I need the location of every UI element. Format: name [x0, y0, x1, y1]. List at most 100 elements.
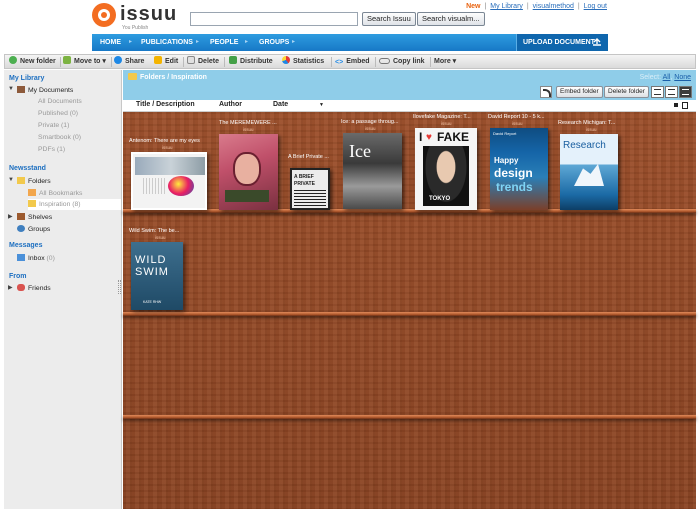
document-cover[interactable]: Ice	[343, 133, 402, 209]
cover-title-swim: SWIM	[135, 266, 169, 278]
folder-icon	[28, 200, 36, 207]
sort-direction-icon[interactable]: ▼	[319, 102, 324, 108]
more-menu-button[interactable]: More ▾	[434, 55, 456, 68]
share-button[interactable]: Share	[114, 55, 144, 68]
people-icon	[17, 225, 25, 232]
cover-title: Ice	[349, 141, 371, 161]
nav-groups[interactable]: GROUPS	[259, 34, 289, 51]
upload-icon	[593, 38, 601, 46]
issuu-logo[interactable]: issuu You Publish	[92, 3, 182, 33]
rss-feed-icon[interactable]	[540, 86, 552, 98]
private-label: Private	[38, 122, 60, 129]
nav-arrow-icon: ▸	[196, 39, 200, 45]
sidebar-item-folders[interactable]: Folders	[17, 177, 51, 185]
inspiration-count: (8)	[72, 201, 81, 208]
distribute-button[interactable]: Distribute	[229, 55, 273, 68]
chain-link-icon	[379, 58, 390, 64]
document-source: issuu	[365, 126, 376, 131]
nav-people[interactable]: PEOPLE	[210, 34, 238, 51]
link-separator: |	[577, 3, 580, 10]
from-heading: From	[9, 273, 27, 280]
document-cover[interactable]: I ♥ FAKE TOKYO	[415, 128, 477, 210]
search-input[interactable]	[190, 12, 358, 26]
brand-tagline: You Publish	[122, 25, 149, 31]
document-cover[interactable]: Research	[560, 134, 618, 210]
document-source: issuu	[155, 235, 166, 240]
embed-folder-button[interactable]: Embed folder	[556, 86, 603, 98]
sidebar-item-groups[interactable]: Groups	[17, 225, 50, 233]
my-library-link[interactable]: My Library	[490, 3, 523, 10]
sort-date[interactable]: Date	[273, 101, 288, 108]
delete-folder-button[interactable]: Delete folder	[604, 86, 649, 98]
new-folder-button[interactable]: New folder	[9, 55, 56, 68]
document-cover[interactable]: David Report Happy design trends	[490, 128, 548, 210]
sidebar-item-friends[interactable]: Friends	[17, 284, 51, 292]
upload-document-button[interactable]: UPLOAD DOCUMENT	[516, 34, 608, 51]
published-label: Published	[38, 110, 68, 117]
share-icon	[114, 56, 122, 64]
edit-label: Edit	[165, 58, 179, 65]
sidebar-item-private[interactable]: Private (1)	[38, 122, 69, 129]
bookmark-folder-icon	[28, 189, 36, 196]
document-cover[interactable]	[219, 134, 278, 210]
sidebar-item-published[interactable]: Published (0)	[38, 110, 78, 117]
briefcase-icon	[17, 86, 25, 93]
collapse-arrow-icon[interactable]: ▶	[8, 284, 13, 291]
document-title[interactable]: Wild Swim: The be...	[129, 228, 219, 234]
document-title[interactable]: The MEREMEWERE ...	[219, 120, 309, 126]
document-title[interactable]: Research Michigan: T...	[558, 120, 648, 126]
text-lines	[294, 190, 326, 206]
sidebar-item-all-bookmarks[interactable]: All Bookmarks	[28, 189, 82, 197]
inspiration-label: Inspiration	[39, 201, 71, 208]
breadcrumb-label[interactable]: Folders / Inspiration	[140, 74, 207, 81]
cover-title-wild: WILD	[135, 254, 167, 266]
delete-button[interactable]: Delete	[187, 55, 219, 68]
edit-button[interactable]: Edit	[154, 55, 178, 68]
document-cover[interactable]: A BRIEF PRIVATE	[290, 168, 330, 210]
embed-code-icon: <>	[335, 59, 344, 66]
toolbar-divider	[375, 57, 376, 67]
link-separator: |	[484, 3, 487, 10]
detail-view-icon[interactable]	[665, 86, 678, 98]
document-source: issuu	[512, 121, 523, 126]
search-issuu-button[interactable]: Search Issuu	[362, 12, 416, 26]
statistics-button[interactable]: Statistics	[282, 55, 324, 68]
select-all-link[interactable]: All	[663, 74, 671, 81]
select-toggle[interactable]	[674, 102, 692, 110]
move-to-button[interactable]: Move to ▾	[63, 55, 106, 68]
add-icon	[9, 56, 17, 64]
document-cover[interactable]	[131, 152, 207, 210]
copy-link-button[interactable]: Copy link	[379, 55, 425, 68]
friends-label: Friends	[28, 285, 51, 292]
sort-author[interactable]: Author	[219, 101, 242, 108]
search-user-button[interactable]: Search visualm...	[417, 12, 485, 26]
large-square-icon	[682, 102, 688, 109]
document-title[interactable]: Antenom: There are my eyes	[129, 138, 219, 144]
embed-button[interactable]: <> Embed	[335, 55, 370, 68]
sidebar-resize-handle[interactable]	[118, 280, 121, 294]
sidebar-item-smartbook[interactable]: Smartbook (0)	[38, 134, 81, 141]
nav-arrow-icon: ▸	[129, 39, 133, 45]
trash-icon	[187, 56, 195, 64]
cover-text: A BRIEF	[294, 174, 314, 180]
sidebar-item-my-documents[interactable]: My Documents	[17, 86, 73, 94]
sidebar-item-inbox[interactable]: Inbox (0)	[17, 254, 55, 262]
sidebar-item-pdfs[interactable]: PDFs (1)	[38, 146, 65, 153]
sidebar-item-all-documents[interactable]: All Documents	[38, 98, 82, 105]
document-cover[interactable]: WILD SWIM KATE RHW	[131, 242, 183, 310]
upload-label: UPLOAD DOCUMENT	[523, 39, 595, 46]
logout-link[interactable]: Log out	[584, 3, 607, 10]
select-label: Select:	[639, 74, 662, 81]
expand-arrow-icon[interactable]: ▼	[8, 86, 14, 92]
sidebar-item-inspiration[interactable]: Inspiration (8)	[28, 200, 81, 208]
sort-title-description[interactable]: Title / Description	[136, 101, 195, 108]
shelf-view-icon[interactable]	[679, 86, 692, 98]
select-none-link[interactable]: None	[674, 74, 691, 81]
expand-arrow-icon[interactable]: ▼	[8, 177, 14, 183]
sidebar-item-shelves[interactable]: Shelves	[17, 213, 52, 221]
nav-publications[interactable]: PUBLICATIONS	[141, 34, 193, 51]
list-view-icon[interactable]	[651, 86, 664, 98]
collapse-arrow-icon[interactable]: ▶	[8, 213, 13, 220]
nav-home[interactable]: HOME	[100, 34, 121, 51]
user-profile-link[interactable]: visualmethod	[533, 3, 574, 10]
